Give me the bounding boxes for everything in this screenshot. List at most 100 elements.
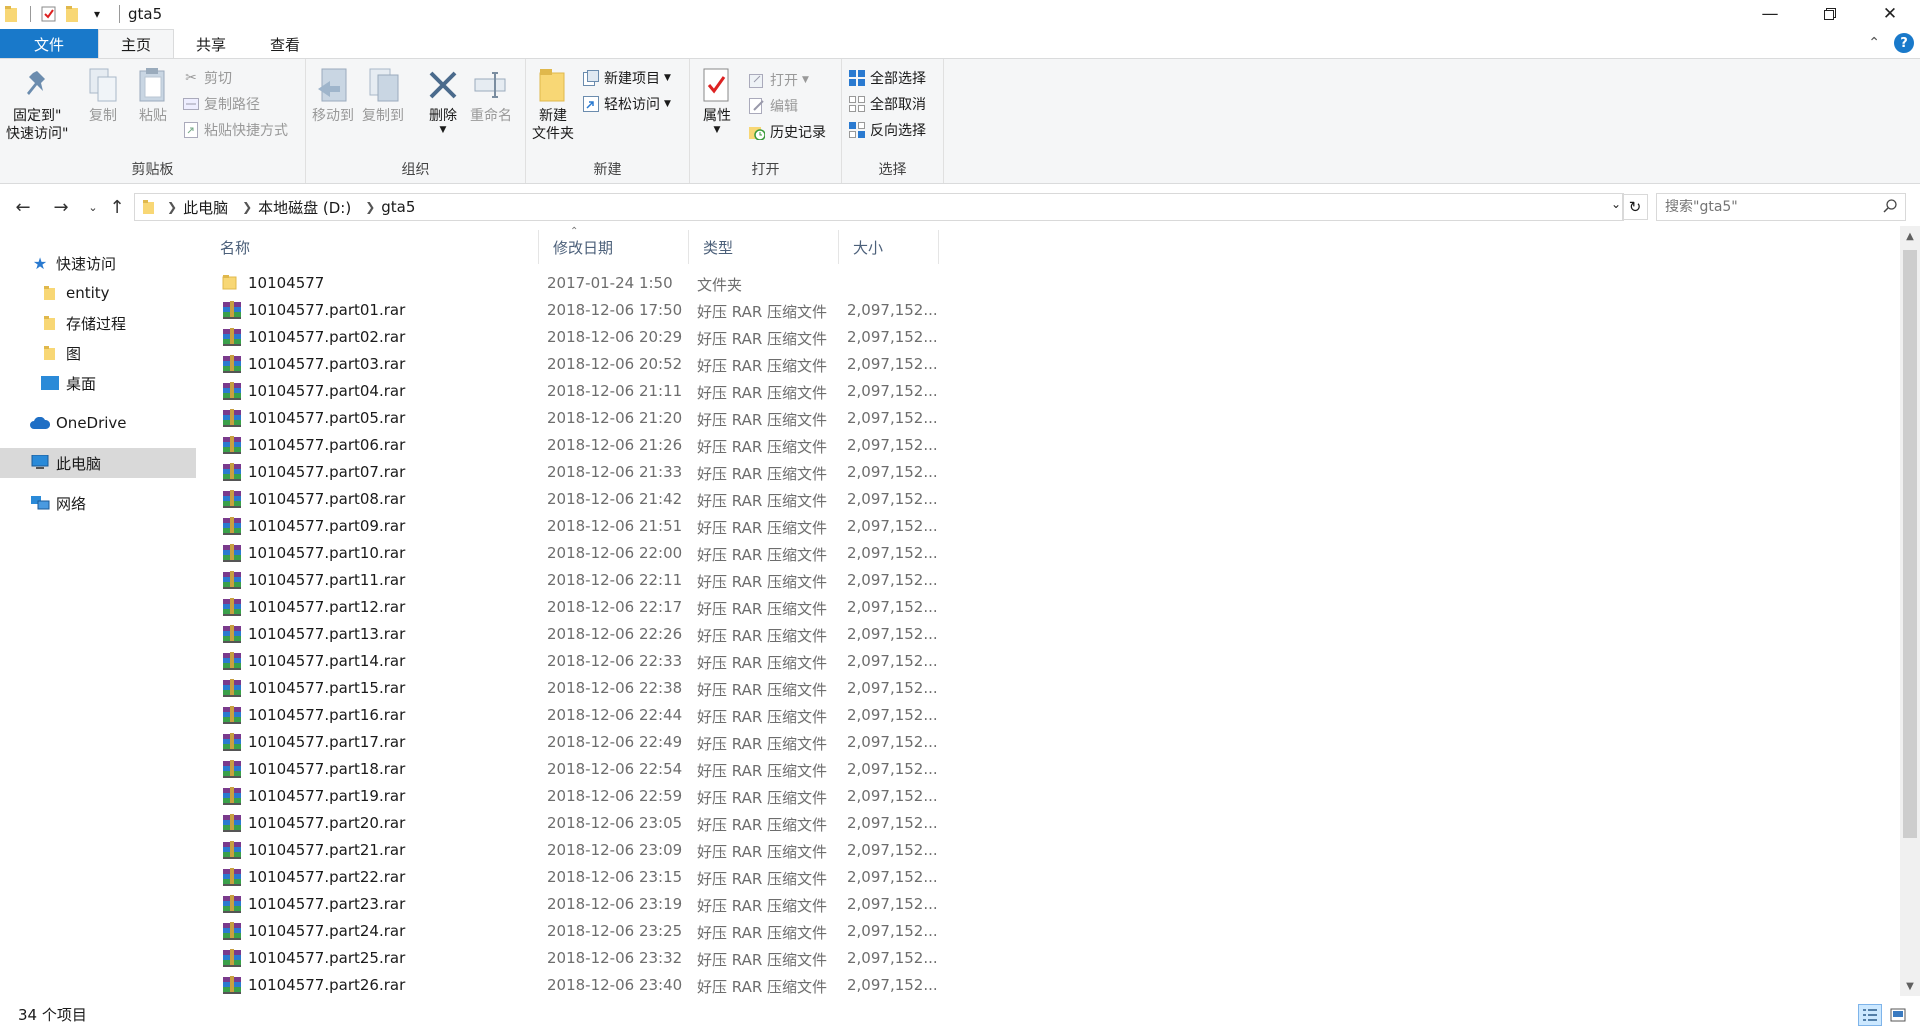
restore-icon[interactable] xyxy=(1800,0,1860,28)
table-row[interactable]: 10104577.part13.rar 2018-12-06 22:26 好压 RA… xyxy=(206,621,1900,648)
breadcrumb-separator[interactable]: ❯ xyxy=(365,200,375,214)
copy-to-button[interactable]: 复制到 xyxy=(362,65,404,125)
move-to-button[interactable]: 移动到 xyxy=(312,65,354,125)
table-row[interactable]: 10104577.part25.rar 2018-12-06 23:32 好压 RA… xyxy=(206,945,1900,972)
column-header-name[interactable]: 名称 xyxy=(206,230,539,264)
nav-pictures[interactable]: 图 xyxy=(0,338,196,368)
breadcrumb-separator[interactable]: ❯ xyxy=(167,200,177,214)
qat-dropdown-icon[interactable]: ▾ xyxy=(87,4,107,24)
address-bar[interactable]: ❯ 此电脑 ❯ 本地磁盘 (D:) ❯ gta5 ⌄ xyxy=(134,193,1624,221)
table-row[interactable]: 10104577.part11.rar 2018-12-06 22:11 好压 RA… xyxy=(206,567,1900,594)
file-name: 10104577.part08.rar xyxy=(248,490,406,508)
nav-entity[interactable]: entity xyxy=(0,278,196,308)
folder-icon[interactable] xyxy=(2,4,22,24)
close-icon[interactable]: ✕ xyxy=(1860,0,1920,28)
table-row[interactable]: 10104577.part26.rar 2018-12-06 23:40 好压 RA… xyxy=(206,972,1900,996)
table-row[interactable]: 10104577.part22.rar 2018-12-06 23:15 好压 RA… xyxy=(206,864,1900,891)
table-row[interactable]: 10104577.part10.rar 2018-12-06 22:00 好压 RA… xyxy=(206,540,1900,567)
search-icon[interactable] xyxy=(1883,199,1897,217)
table-row[interactable]: 10104577.part17.rar 2018-12-06 22:49 好压 RA… xyxy=(206,729,1900,756)
table-row[interactable]: 10104577.part08.rar 2018-12-06 21:42 好压 RA… xyxy=(206,486,1900,513)
nav-desktop[interactable]: 桌面 xyxy=(0,368,196,398)
delete-button[interactable]: 删除 ▼ xyxy=(424,65,462,135)
column-header-type[interactable]: 类型 xyxy=(689,230,839,264)
select-none-button[interactable]: 全部取消 xyxy=(848,93,926,115)
table-row[interactable]: 10104577.part14.rar 2018-12-06 22:33 好压 RA… xyxy=(206,648,1900,675)
ribbon-right-controls: ⌃ ? xyxy=(1868,33,1914,53)
table-row[interactable]: 10104577.part05.rar 2018-12-06 21:20 好压 RA… xyxy=(206,405,1900,432)
tab-file[interactable]: 文件 xyxy=(0,29,99,59)
recent-locations-icon[interactable]: ⌄ xyxy=(80,194,106,220)
table-row[interactable]: 10104577.part09.rar 2018-12-06 21:51 好压 RA… xyxy=(206,513,1900,540)
breadcrumb-this-pc[interactable]: 此电脑 xyxy=(183,197,228,218)
forward-icon[interactable]: → xyxy=(48,194,74,220)
delete-dropdown-icon[interactable]: ▼ xyxy=(440,125,447,135)
history-button[interactable]: 历史记录 xyxy=(748,121,826,143)
properties-dropdown-icon[interactable]: ▼ xyxy=(714,125,721,135)
pin-quick-access-button[interactable]: 固定到" 快速访问" xyxy=(6,65,68,143)
table-row[interactable]: 10104577.part20.rar 2018-12-06 23:05 好压 RA… xyxy=(206,810,1900,837)
help-icon[interactable]: ? xyxy=(1894,33,1914,53)
large-icons-view-icon[interactable] xyxy=(1886,1004,1910,1026)
table-row[interactable]: 10104577.part21.rar 2018-12-06 23:09 好压 RA… xyxy=(206,837,1900,864)
edit-button[interactable]: 编辑 xyxy=(748,95,798,117)
up-icon[interactable]: ↑ xyxy=(104,194,130,220)
collapse-ribbon-icon[interactable]: ⌃ xyxy=(1868,35,1880,51)
breadcrumb-gta5[interactable]: gta5 xyxy=(381,198,415,216)
invert-selection-button[interactable]: 反向选择 xyxy=(848,119,926,141)
select-all-button[interactable]: 全部选择 xyxy=(848,67,926,89)
back-icon[interactable]: ← xyxy=(10,194,36,220)
refresh-icon[interactable]: ↻ xyxy=(1622,194,1648,220)
table-row[interactable]: 10104577.part02.rar 2018-12-06 20:29 好压 RA… xyxy=(206,324,1900,351)
tab-view[interactable]: 查看 xyxy=(248,29,322,59)
search-box[interactable] xyxy=(1656,193,1906,221)
table-row[interactable]: 10104577.part15.rar 2018-12-06 22:38 好压 RA… xyxy=(206,675,1900,702)
table-row[interactable]: 10104577.part03.rar 2018-12-06 20:52 好压 RA… xyxy=(206,351,1900,378)
table-row[interactable]: 10104577.part18.rar 2018-12-06 22:54 好压 RA… xyxy=(206,756,1900,783)
breadcrumb-separator[interactable]: ❯ xyxy=(242,200,252,214)
scroll-thumb[interactable] xyxy=(1903,250,1917,838)
copy-path-button[interactable]: 复制路径 xyxy=(182,93,260,115)
copy-button[interactable]: 复制 xyxy=(84,65,122,125)
properties-checkbox-icon[interactable] xyxy=(39,4,59,24)
file-type: 好压 RAR 压缩文件 xyxy=(697,870,828,888)
open-button[interactable]: 打开 ▼ xyxy=(748,69,809,91)
nav-network[interactable]: 网络 xyxy=(0,488,196,518)
table-row[interactable]: 10104577.part06.rar 2018-12-06 21:26 好压 RA… xyxy=(206,432,1900,459)
nav-onedrive[interactable]: OneDrive xyxy=(0,408,196,438)
table-row[interactable]: 10104577.part19.rar 2018-12-06 22:59 好压 RA… xyxy=(206,783,1900,810)
tab-share[interactable]: 共享 xyxy=(174,29,248,59)
table-row[interactable]: 10104577 2017-01-24 1:50 文件夹 xyxy=(206,270,1900,297)
nav-quick-access[interactable]: ★ 快速访问 xyxy=(0,248,196,278)
column-header-size[interactable]: 大小 xyxy=(839,230,939,264)
properties-button[interactable]: 属性 ▼ xyxy=(698,65,736,135)
vertical-scrollbar[interactable]: ▲ ▼ xyxy=(1900,226,1920,996)
minimize-icon[interactable]: — xyxy=(1740,0,1800,28)
nav-this-pc[interactable]: 此电脑 xyxy=(0,448,196,478)
table-row[interactable]: 10104577.part23.rar 2018-12-06 23:19 好压 RA… xyxy=(206,891,1900,918)
cut-button[interactable]: ✂ 剪切 xyxy=(182,67,232,89)
move-to-label: 移动到 xyxy=(312,108,354,124)
table-row[interactable]: 10104577.part01.rar 2018-12-06 17:50 好压 RA… xyxy=(206,297,1900,324)
tab-home[interactable]: 主页 xyxy=(98,29,175,59)
table-row[interactable]: 10104577.part12.rar 2018-12-06 22:17 好压 RA… xyxy=(206,594,1900,621)
details-view-icon[interactable] xyxy=(1858,1004,1882,1026)
paste-button[interactable]: 粘贴 xyxy=(134,65,172,125)
table-row[interactable]: 10104577.part16.rar 2018-12-06 22:44 好压 RA… xyxy=(206,702,1900,729)
address-dropdown-icon[interactable]: ⌄ xyxy=(1611,197,1621,211)
new-folder-button[interactable]: 新建 文件夹 xyxy=(532,65,574,143)
table-row[interactable]: 10104577.part07.rar 2018-12-06 21:33 好压 RA… xyxy=(206,459,1900,486)
new-item-button[interactable]: 新建项目 ▼ xyxy=(582,67,671,89)
nav-stored-procedures[interactable]: 存储过程 xyxy=(0,308,196,338)
search-input[interactable] xyxy=(1665,199,1875,215)
column-header-date[interactable]: 修改日期 xyxy=(539,230,689,264)
paste-shortcut-button[interactable]: 粘贴快捷方式 xyxy=(182,119,288,141)
easy-access-button[interactable]: 轻松访问 ▼ xyxy=(582,93,671,115)
rename-button[interactable]: 重命名 xyxy=(470,65,512,125)
scroll-down-icon[interactable]: ▼ xyxy=(1900,976,1920,996)
scroll-up-icon[interactable]: ▲ xyxy=(1900,226,1920,246)
breadcrumb-local-disk[interactable]: 本地磁盘 (D:) xyxy=(258,197,351,218)
table-row[interactable]: 10104577.part04.rar 2018-12-06 21:11 好压 RA… xyxy=(206,378,1900,405)
table-row[interactable]: 10104577.part24.rar 2018-12-06 23:25 好压 RA… xyxy=(206,918,1900,945)
new-folder-icon[interactable] xyxy=(63,4,83,24)
